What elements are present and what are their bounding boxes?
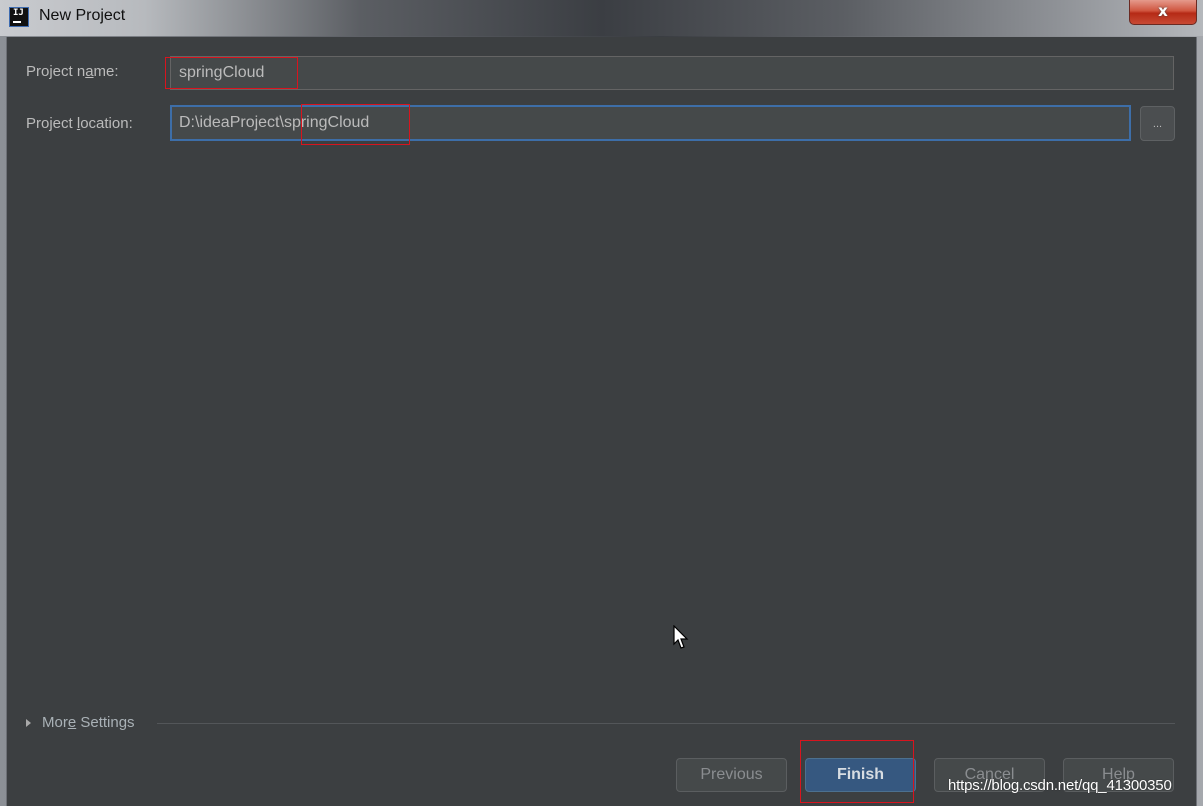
project-location-label: Project location: <box>26 115 133 132</box>
previous-button[interactable]: Previous <box>676 758 787 792</box>
finish-button[interactable]: Finish <box>805 758 916 792</box>
new-project-dialog: Project name: Project location: ... More… <box>6 37 1197 806</box>
mnemonic: e <box>67 714 77 731</box>
expand-triangle-icon <box>26 718 31 727</box>
mouse-cursor-icon <box>673 625 689 649</box>
project-name-label: Project name: <box>26 63 119 80</box>
window-title: New Project <box>39 7 126 24</box>
project-name-input[interactable] <box>170 56 1174 90</box>
more-settings-toggle[interactable]: More Settings <box>26 714 135 731</box>
close-button[interactable]: x <box>1129 0 1197 25</box>
watermark: https://blog.csdn.net/qq_41300350 <box>948 777 1172 794</box>
title-bar: IJ New Project x <box>0 0 1203 36</box>
more-settings-label: More Settings <box>42 714 135 731</box>
intellij-app-icon: IJ <box>9 7 29 27</box>
close-icon: x <box>1158 2 1168 20</box>
project-location-input[interactable] <box>170 105 1131 141</box>
browse-location-button[interactable]: ... <box>1140 106 1175 141</box>
more-settings-separator <box>157 723 1175 724</box>
mnemonic: a <box>85 63 94 80</box>
